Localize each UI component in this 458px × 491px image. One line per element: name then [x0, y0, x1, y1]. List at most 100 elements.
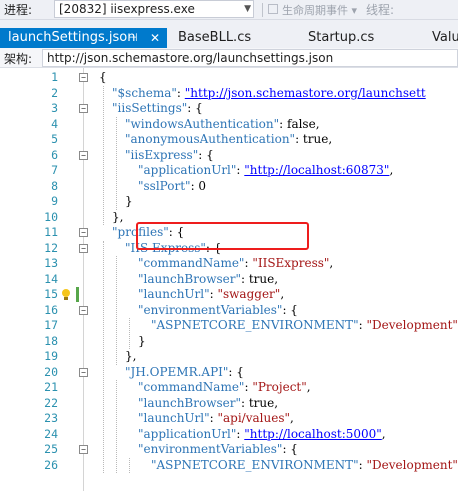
- schema-input[interactable]: http://json.schemastore.org/launchsettin…: [42, 49, 458, 67]
- lightbulb-base: [64, 297, 68, 300]
- tab-value[interactable]: Value: [424, 28, 458, 48]
- indent-guide: [116, 256, 117, 365]
- fold-toggle-icon[interactable]: −: [79, 104, 88, 113]
- lifecycle-events-button[interactable]: 生命周期事件 ▾: [268, 2, 357, 18]
- tab-basebll[interactable]: BaseBLL.cs: [170, 28, 251, 48]
- process-dropdown[interactable]: [20832] iisexpress.exe ▼: [54, 0, 254, 18]
- code-line[interactable]: 1{: [0, 70, 458, 86]
- code-text: "environmentVariables": {: [138, 303, 298, 319]
- code-line[interactable]: 26 "ASPNETCORE_ENVIRONMENT": "Development…: [0, 458, 458, 474]
- fold-toggle-icon[interactable]: −: [79, 73, 88, 82]
- fold-toggle-icon[interactable]: −: [79, 150, 88, 160]
- code-text: },: [125, 349, 136, 365]
- code-text: "ASPNETCORE_ENVIRONMENT": "Development": [151, 458, 458, 474]
- code-line[interactable]: 22 "launchBrowser": true,: [0, 396, 458, 412]
- code-line[interactable]: 7 "applicationUrl": "http://localhost:608…: [0, 163, 458, 179]
- line-number: 4: [51, 116, 58, 131]
- code-line[interactable]: 6 "iisExpress": {: [0, 148, 458, 164]
- lightbulb-icon[interactable]: [60, 289, 72, 301]
- code-line[interactable]: 13 "commandName": "IISExpress",: [0, 256, 458, 272]
- code-text: "iisExpress": {: [125, 148, 214, 164]
- code-line[interactable]: 25 "environmentVariables": {: [0, 442, 458, 458]
- fold-toggle-icon[interactable]: −: [79, 305, 88, 315]
- code-text: }: [138, 334, 146, 350]
- code-text: {: [99, 70, 107, 86]
- code-editor[interactable]: 1{−2 "$schema": "http://json.schemastore.…: [0, 68, 458, 491]
- tab-launch-settings[interactable]: launchSettings.json ⊣ ✕: [0, 28, 167, 48]
- line-number: 9: [51, 194, 58, 208]
- code-line[interactable]: 14 "launchBrowser": true,: [0, 272, 458, 288]
- code-line[interactable]: 3 "iisSettings": {: [0, 101, 458, 117]
- code-line[interactable]: 18}: [0, 334, 458, 350]
- line-number: 7: [51, 163, 58, 177]
- code-line[interactable]: 5 "anonymousAuthentication": true,: [0, 132, 458, 148]
- line-number: 19: [44, 349, 58, 363]
- lifecycle-icon: [268, 4, 278, 14]
- code-line[interactable]: 8 "sslPort": 0: [0, 179, 458, 195]
- line-number: 22: [44, 395, 58, 410]
- json-key: "anonymousAuthentication": [125, 132, 296, 146]
- json-key: "launchBrowser": [138, 271, 241, 286]
- code-text: }: [125, 194, 133, 210]
- code-line[interactable]: 23 "launchUrl": "api/values",: [0, 411, 458, 427]
- schema-bar: 架构: http://json.schemastore.org/launchse…: [0, 48, 458, 68]
- json-token: : {: [282, 442, 298, 456]
- line-number: 8: [51, 178, 58, 193]
- json-key: "environmentVariables": [138, 442, 283, 456]
- fold-toggle-icon[interactable]: −: [79, 228, 88, 237]
- line-number: 10: [44, 209, 58, 224]
- code-line[interactable]: 19},: [0, 349, 458, 365]
- json-string: "Development": [366, 457, 458, 472]
- code-line[interactable]: 24 "applicationUrl": "http://localhost:50…: [0, 427, 458, 443]
- json-token: ,: [329, 256, 334, 270]
- indent-guide: [116, 380, 117, 473]
- lifecycle-events-label: 生命周期事件: [282, 4, 348, 17]
- document-tab-strip: launchSettings.json ⊣ ✕ BaseBLL.cs Start…: [0, 20, 458, 68]
- tab-startup[interactable]: Startup.cs: [300, 28, 374, 48]
- line-number: 1: [51, 70, 58, 84]
- json-token: ,: [381, 426, 386, 441]
- fold-toggle-icon[interactable]: −: [79, 367, 88, 377]
- json-token: }: [138, 333, 146, 348]
- toolbar-separator: [262, 3, 263, 17]
- json-key: "commandName": [138, 256, 245, 270]
- json-string: "swagger": [217, 287, 281, 301]
- code-text: "applicationUrl": "http://localhost:6087…: [138, 163, 393, 179]
- line-number: 3: [51, 101, 58, 115]
- json-key: "ASPNETCORE_ENVIRONMENT": [151, 457, 359, 472]
- json-token: :: [358, 318, 367, 332]
- code-text: "JH.OPEMR.API": {: [125, 365, 244, 381]
- code-line[interactable]: 4 "windowsAuthentication": false,: [0, 117, 458, 133]
- code-text: },: [112, 210, 123, 226]
- code-line[interactable]: 2 "$schema": "http://json.schemastore.org…: [0, 86, 458, 102]
- pin-icon[interactable]: ⊣: [128, 28, 138, 48]
- code-text: "commandName": "Project",: [138, 380, 311, 396]
- code-text: "iisSettings": {: [112, 101, 203, 117]
- line-number: 24: [44, 426, 58, 441]
- code-line[interactable]: 21 "commandName": "Project",: [0, 380, 458, 396]
- line-number: 20: [44, 364, 58, 379]
- code-line[interactable]: 20 "JH.OPEMR.API": {: [0, 365, 458, 381]
- json-token: : {: [228, 364, 244, 379]
- json-link[interactable]: "http://localhost:5000": [244, 427, 382, 441]
- json-link[interactable]: "http://json.schemastore.org/launchsett: [185, 86, 426, 100]
- code-line[interactable]: 9}: [0, 194, 458, 210]
- code-line[interactable]: 16 "environmentVariables": {: [0, 303, 458, 319]
- code-text: "applicationUrl": "http://localhost:5000…: [138, 427, 386, 443]
- line-number: 21: [44, 380, 58, 394]
- line-number: 6: [51, 147, 58, 162]
- json-token: : true,: [295, 132, 333, 146]
- line-number: 26: [44, 457, 58, 472]
- indent-guide: [129, 318, 130, 349]
- json-link[interactable]: "http://localhost:60873": [244, 163, 389, 177]
- code-text: "launchBrowser": true,: [138, 272, 278, 288]
- close-icon[interactable]: ✕: [150, 28, 160, 48]
- tab-label: Startup.cs: [308, 30, 375, 45]
- fold-toggle-icon[interactable]: −: [79, 243, 88, 253]
- code-line[interactable]: 17 "ASPNETCORE_ENVIRONMENT": "Development…: [0, 318, 458, 334]
- json-token: : {: [198, 147, 214, 162]
- annotation-highlight-box: [136, 222, 309, 250]
- json-key: "applicationUrl": [138, 426, 237, 441]
- fold-toggle-icon[interactable]: −: [79, 445, 88, 454]
- line-number: 11: [44, 225, 58, 239]
